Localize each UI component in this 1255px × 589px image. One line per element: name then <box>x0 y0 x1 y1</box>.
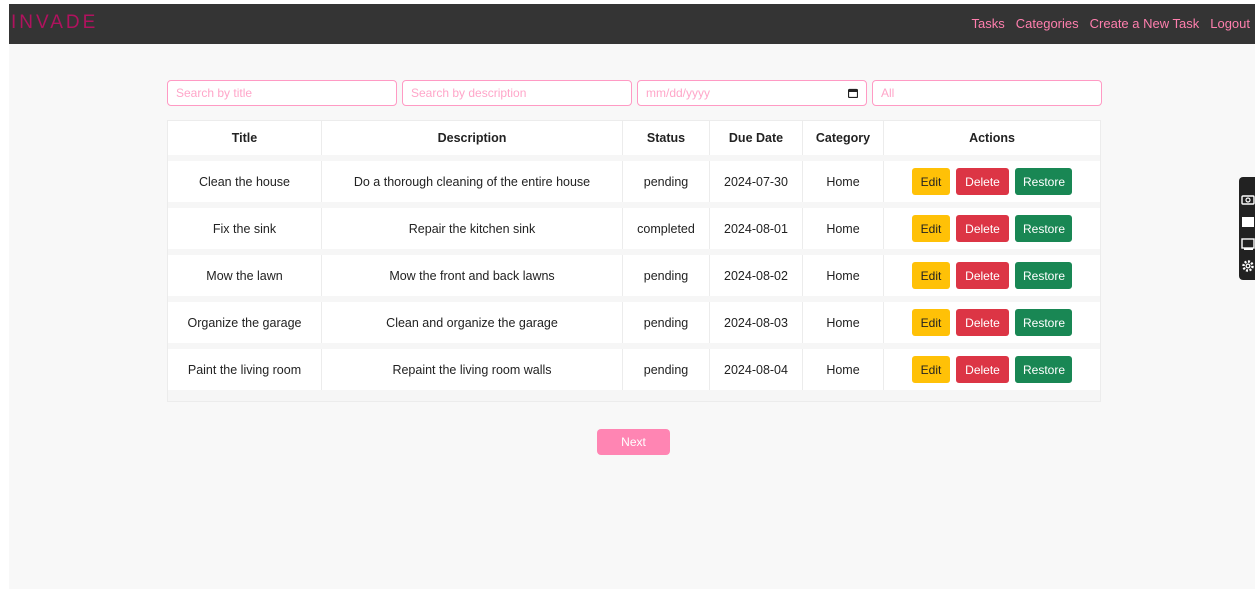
cell-category: Home <box>802 208 883 249</box>
cell-description: Mow the front and back lawns <box>321 255 622 296</box>
row-actions: Edit Delete Restore <box>884 255 1100 296</box>
delete-button[interactable]: Delete <box>956 309 1009 336</box>
cell-description: Do a thorough cleaning of the entire hou… <box>321 161 622 202</box>
restore-button[interactable]: Restore <box>1015 215 1072 242</box>
cell-title: Mow the lawn <box>168 255 321 296</box>
cell-description: Repair the kitchen sink <box>321 208 622 249</box>
cell-actions: Edit Delete Restore <box>883 161 1100 202</box>
edit-button[interactable]: Edit <box>912 168 950 195</box>
cell-status: completed <box>622 208 709 249</box>
row-actions: Edit Delete Restore <box>884 208 1100 249</box>
cell-due-date: 2024-08-01 <box>709 208 802 249</box>
cell-status: pending <box>622 161 709 202</box>
header-category: Category <box>802 121 883 155</box>
category-filter-value: All <box>881 86 895 100</box>
cell-status: pending <box>622 255 709 296</box>
cell-category: Home <box>802 161 883 202</box>
cell-due-date: 2024-07-30 <box>709 161 802 202</box>
cell-description: Clean and organize the garage <box>321 302 622 343</box>
table-row: Fix the sink Repair the kitchen sink compl… <box>168 208 1100 249</box>
window-icon[interactable] <box>1241 237 1255 251</box>
cell-category: Home <box>802 255 883 296</box>
nav-link-logout[interactable]: Logout <box>1210 16 1250 31</box>
header-title: Title <box>168 121 321 155</box>
date-placeholder: mm/dd/yyyy <box>646 86 711 100</box>
delete-button[interactable]: Delete <box>956 168 1009 195</box>
gear-icon[interactable] <box>1241 259 1255 273</box>
delete-button[interactable]: Delete <box>956 215 1009 242</box>
category-filter-select[interactable]: All <box>872 80 1102 106</box>
search-title-input[interactable] <box>167 80 397 106</box>
nav-link-create-task[interactable]: Create a New Task <box>1090 16 1200 31</box>
cell-description: Repaint the living room walls <box>321 349 622 390</box>
table-header-row: Title Description Status Due Date Catego… <box>168 121 1100 155</box>
tasks-table: Title Description Status Due Date Catego… <box>167 120 1101 402</box>
table-row: Paint the living room Repaint the living … <box>168 349 1100 390</box>
edit-button[interactable]: Edit <box>912 309 950 336</box>
nav-link-categories[interactable]: Categories <box>1016 16 1079 31</box>
table-row: Mow the lawn Mow the front and back lawns… <box>168 255 1100 296</box>
delete-button[interactable]: Delete <box>956 356 1009 383</box>
delete-button[interactable]: Delete <box>956 262 1009 289</box>
camera-icon[interactable] <box>1241 192 1255 206</box>
cell-due-date: 2024-08-04 <box>709 349 802 390</box>
header-description: Description <box>321 121 622 155</box>
cell-due-date: 2024-08-03 <box>709 302 802 343</box>
calendar-icon[interactable] <box>848 88 858 98</box>
due-date-filter[interactable]: mm/dd/yyyy <box>637 80 867 106</box>
table-row: Organize the garage Clean and organize th… <box>168 302 1100 343</box>
cell-actions: Edit Delete Restore <box>883 302 1100 343</box>
nav-links: Tasks Categories Create a New Task Logou… <box>972 16 1250 31</box>
cell-due-date: 2024-08-02 <box>709 255 802 296</box>
edit-button[interactable]: Edit <box>912 215 950 242</box>
cell-category: Home <box>802 302 883 343</box>
cell-actions: Edit Delete Restore <box>883 208 1100 249</box>
cell-category: Home <box>802 349 883 390</box>
search-description-input[interactable] <box>402 80 632 106</box>
navbar: INVADE Tasks Categories Create a New Tas… <box>9 4 1255 44</box>
side-toolbar <box>1239 177 1255 280</box>
screen-icon[interactable] <box>1241 215 1255 229</box>
cell-actions: Edit Delete Restore <box>883 349 1100 390</box>
next-page-button[interactable]: Next <box>597 429 670 455</box>
cell-title: Paint the living room <box>168 349 321 390</box>
table-row: Clean the house Do a thorough cleaning of… <box>168 161 1100 202</box>
header-status: Status <box>622 121 709 155</box>
restore-button[interactable]: Restore <box>1015 168 1072 195</box>
cell-actions: Edit Delete Restore <box>883 255 1100 296</box>
row-actions: Edit Delete Restore <box>884 349 1100 390</box>
header-due-date: Due Date <box>709 121 802 155</box>
brand-logo[interactable]: INVADE <box>11 12 98 34</box>
app-frame: INVADE Tasks Categories Create a New Tas… <box>9 4 1255 589</box>
nav-link-tasks[interactable]: Tasks <box>972 16 1005 31</box>
edit-button[interactable]: Edit <box>912 356 950 383</box>
restore-button[interactable]: Restore <box>1015 262 1072 289</box>
row-actions: Edit Delete Restore <box>884 302 1100 343</box>
cell-title: Fix the sink <box>168 208 321 249</box>
header-actions: Actions <box>883 121 1100 155</box>
restore-button[interactable]: Restore <box>1015 309 1072 336</box>
restore-button[interactable]: Restore <box>1015 356 1072 383</box>
cell-status: pending <box>622 349 709 390</box>
cell-title: Organize the garage <box>168 302 321 343</box>
cell-title: Clean the house <box>168 161 321 202</box>
row-actions: Edit Delete Restore <box>884 161 1100 202</box>
edit-button[interactable]: Edit <box>912 262 950 289</box>
cell-status: pending <box>622 302 709 343</box>
